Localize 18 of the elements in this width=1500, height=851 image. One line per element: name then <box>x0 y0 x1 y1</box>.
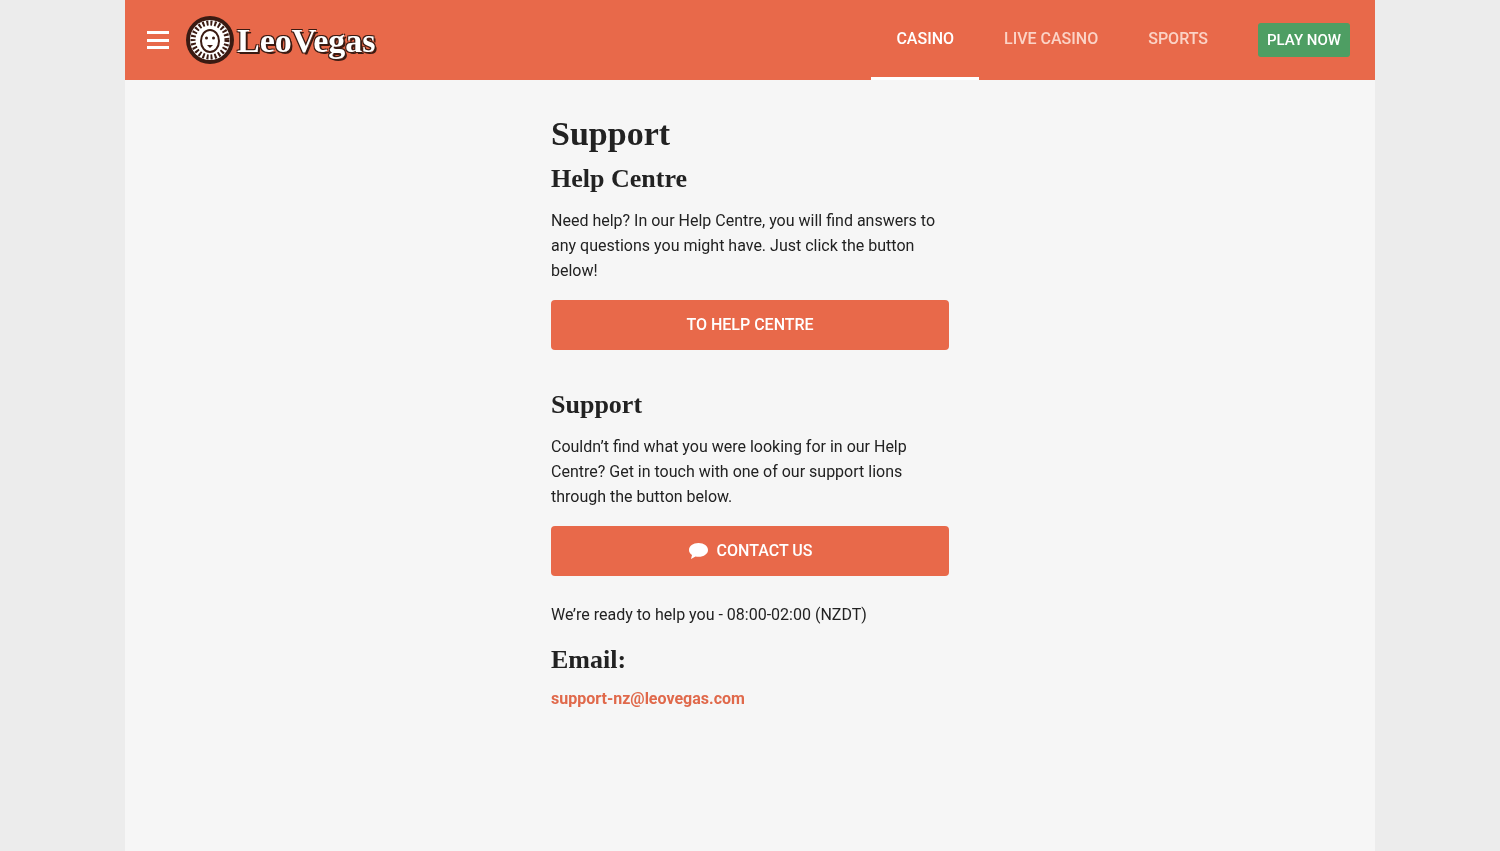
section-heading: Help Centre <box>551 163 688 195</box>
help-centre-button[interactable]: TO HELP CENTRE <box>551 300 949 350</box>
email-link[interactable]: support-nz@leovegas.com <box>551 687 949 711</box>
nav-tab[interactable]: SPORTS <box>1123 0 1233 80</box>
nav-tab[interactable]: CASINO <box>871 0 980 80</box>
section-text: Couldn’t find what you were looking for in our Help Centre? Get in touch with one of our support lions through the button below. <box>551 436 908 508</box>
play-now-button[interactable]: PLAY NOW <box>1258 22 1350 58</box>
chat-bubble-icon <box>687 542 709 560</box>
nav-tab[interactable]: LIVE CASINO <box>979 0 1124 80</box>
page-title: Support <box>551 114 672 154</box>
email-heading: Email: <box>551 644 628 676</box>
logo-wordmark[interactable]: LeoVegas <box>237 14 376 66</box>
menu-icon[interactable] <box>147 31 169 49</box>
lion-logo-icon <box>185 15 235 65</box>
contact-us-button[interactable]: CONTACT US <box>551 526 949 576</box>
support-hours: We’re ready to help you - 08:00-02:00 (NZDT) <box>551 604 868 626</box>
section-text: Need help? In our Help Centre, you will find answers to any questions you might have. Just click the button below! <box>551 210 937 282</box>
section-heading: Support <box>551 389 644 421</box>
